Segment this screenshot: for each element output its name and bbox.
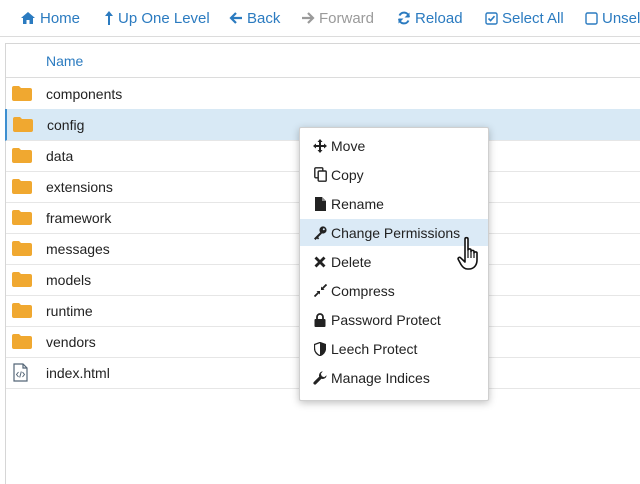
menu-item-label: Compress xyxy=(331,282,395,299)
unselect-all-label: Unsel xyxy=(602,9,640,27)
key-icon xyxy=(312,225,328,240)
select-all-label: Select All xyxy=(502,9,564,27)
reload-button[interactable]: Reload xyxy=(397,0,463,36)
file-name: messages xyxy=(46,241,110,257)
menu-item-label: Change Permissions xyxy=(331,224,461,241)
folder-icon xyxy=(13,117,33,132)
folder-icon xyxy=(12,303,32,318)
home-icon xyxy=(21,12,35,24)
file-name: components xyxy=(46,86,123,102)
folder-icon xyxy=(12,86,32,101)
hand-pointer-cursor-icon xyxy=(457,236,478,270)
html-file-icon xyxy=(13,363,28,382)
menu-item-label: Rename xyxy=(331,195,384,212)
forward-button[interactable]: Forward xyxy=(301,0,374,36)
arrow-right-icon xyxy=(302,12,315,24)
file-icon xyxy=(312,196,328,211)
file-name: models xyxy=(46,272,92,288)
folder-icon xyxy=(12,272,32,287)
menu-item-label: Password Protect xyxy=(331,311,441,328)
back-button[interactable]: Back xyxy=(229,0,280,36)
shield-icon xyxy=(312,341,328,356)
folder-icon xyxy=(12,241,32,256)
folder-icon xyxy=(12,179,32,194)
folder-icon xyxy=(12,210,32,225)
check-square-icon xyxy=(485,11,498,25)
arrow-left-icon xyxy=(229,12,242,24)
file-name: data xyxy=(46,148,74,164)
menu-item-label: Manage Indices xyxy=(331,369,430,386)
level-up-icon xyxy=(105,11,113,25)
compress-icon xyxy=(312,284,328,297)
folder-icon xyxy=(12,148,32,163)
menu-item-leech-protect[interactable]: Leech Protect xyxy=(300,335,488,362)
times-icon xyxy=(312,256,328,268)
toolbar: Home Up One Level Back Forward Reload Se… xyxy=(0,0,640,37)
column-header-row: Name xyxy=(6,44,640,78)
file-name: config xyxy=(47,117,85,133)
copy-icon xyxy=(312,167,328,182)
menu-item-label: Delete xyxy=(331,253,372,270)
move-icon xyxy=(312,138,328,153)
table-row[interactable]: components xyxy=(6,78,640,110)
menu-item-manage-indices[interactable]: Manage Indices xyxy=(300,364,488,391)
reload-label: Reload xyxy=(415,9,463,27)
up-one-level-button[interactable]: Up One Level xyxy=(104,0,210,36)
folder-icon xyxy=(12,334,32,349)
menu-item-move[interactable]: Move xyxy=(300,132,488,159)
back-label: Back xyxy=(247,9,281,27)
file-name: extensions xyxy=(46,179,113,195)
file-name: index.html xyxy=(46,365,110,381)
square-icon xyxy=(585,11,598,25)
refresh-icon xyxy=(398,11,410,25)
forward-label: Forward xyxy=(319,9,375,27)
menu-item-label: Copy xyxy=(331,166,364,183)
wrench-icon xyxy=(312,370,328,385)
menu-item-password-protect[interactable]: Password Protect xyxy=(300,306,488,333)
file-name: framework xyxy=(46,210,112,226)
menu-item-rename[interactable]: Rename xyxy=(300,190,488,217)
unselect-all-button[interactable]: Unsel xyxy=(585,0,640,36)
select-all-button[interactable]: Select All xyxy=(485,0,564,36)
menu-item-copy[interactable]: Copy xyxy=(300,161,488,188)
file-name: runtime xyxy=(46,303,93,319)
home-label: Home xyxy=(40,9,81,27)
lock-icon xyxy=(312,312,328,327)
column-header-name[interactable]: Name xyxy=(46,53,83,69)
up-one-level-label: Up One Level xyxy=(118,9,210,27)
menu-item-label: Leech Protect xyxy=(331,340,418,357)
home-button[interactable]: Home xyxy=(20,0,80,36)
file-name: vendors xyxy=(46,334,96,350)
menu-item-label: Move xyxy=(331,137,366,154)
menu-item-compress[interactable]: Compress xyxy=(300,277,488,304)
